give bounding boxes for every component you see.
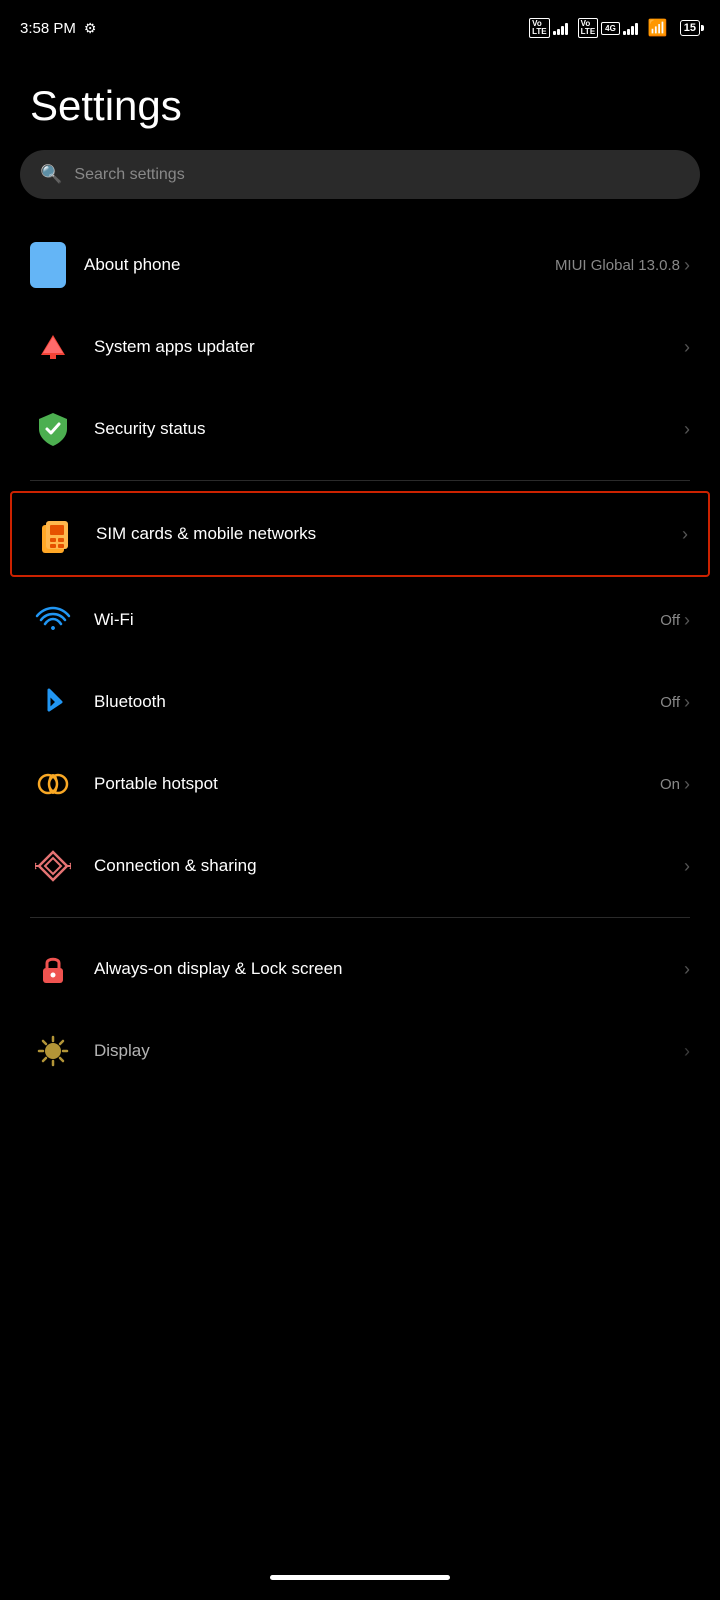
battery-level: 15 — [684, 22, 696, 34]
lock-icon — [30, 946, 76, 992]
sim1-signal: VoLTE — [529, 18, 568, 38]
wifi-icon — [30, 597, 76, 643]
bluetooth-label: Bluetooth — [94, 692, 660, 712]
system-apps-right: › — [684, 337, 690, 358]
hotspot-icon — [30, 761, 76, 807]
status-left: 3:58 PM ⚙ — [20, 20, 96, 37]
volte2-badge: VoLTE — [578, 18, 599, 38]
bluetooth-value: Off — [660, 694, 680, 711]
phone-icon — [30, 242, 66, 288]
bottom-pill — [270, 1575, 450, 1580]
always-on-right: › — [684, 959, 690, 980]
display-label: Display — [94, 1041, 684, 1061]
settings-item-sim-cards[interactable]: SIM cards & mobile networks › — [10, 491, 710, 577]
security-right: › — [684, 419, 690, 440]
item-content-display: Display — [94, 1041, 684, 1061]
connection-right: › — [684, 856, 690, 877]
chevron-icon: › — [682, 524, 688, 545]
search-container[interactable]: 🔍 Search settings — [0, 150, 720, 224]
settings-item-always-on-display[interactable]: Always-on display & Lock screen › — [10, 928, 710, 1010]
settings-item-security-status[interactable]: Security status › — [10, 388, 710, 470]
hotspot-right: On › — [660, 774, 690, 795]
divider-1 — [30, 480, 690, 481]
wifi-right: Off › — [660, 610, 690, 631]
bottom-bar — [0, 1565, 720, 1600]
item-content-connection: Connection & sharing — [94, 856, 684, 876]
settings-list: About phone MIUI Global 13.0.8 › System … — [0, 224, 720, 1092]
search-bar[interactable]: 🔍 Search settings — [20, 150, 700, 199]
bluetooth-icon — [30, 679, 76, 725]
settings-item-bluetooth[interactable]: Bluetooth Off › — [10, 661, 710, 743]
chevron-icon: › — [684, 255, 690, 276]
arrow-up-icon — [30, 324, 76, 370]
settings-item-system-apps[interactable]: System apps updater › — [10, 306, 710, 388]
about-phone-value: MIUI Global 13.0.8 — [555, 257, 680, 274]
chevron-icon: › — [684, 959, 690, 980]
security-status-label: Security status — [94, 419, 684, 439]
about-phone-label: About phone — [84, 255, 555, 275]
item-content-security: Security status — [94, 419, 684, 439]
sim2-signal: VoLTE 4G — [578, 18, 638, 38]
time-display: 3:58 PM — [20, 20, 76, 37]
bluetooth-right: Off › — [660, 692, 690, 713]
chevron-icon: › — [684, 692, 690, 713]
shield-checkmark-icon — [30, 406, 76, 452]
chevron-icon: › — [684, 1041, 690, 1062]
chevron-icon: › — [684, 419, 690, 440]
wifi-value: Off — [660, 612, 680, 629]
status-bar: 3:58 PM ⚙ VoLTE VoLTE 4G 📶 — [0, 0, 720, 52]
connection-label: Connection & sharing — [94, 856, 684, 876]
hotspot-value: On — [660, 776, 680, 793]
item-content-hotspot: Portable hotspot — [94, 774, 660, 794]
signal-bars-1 — [553, 21, 568, 35]
page-title: Settings — [0, 52, 720, 150]
settings-item-hotspot[interactable]: Portable hotspot On › — [10, 743, 710, 825]
item-content-bluetooth: Bluetooth — [94, 692, 660, 712]
4g-badge: 4G — [601, 22, 620, 35]
sim-right: › — [682, 524, 688, 545]
settings-item-connection[interactable]: Connection & sharing › — [10, 825, 710, 907]
wifi-status-icon: 📶 — [648, 18, 668, 38]
item-content-always-on: Always-on display & Lock screen — [94, 959, 684, 979]
chevron-icon: › — [684, 337, 690, 358]
signal-bars-2 — [623, 21, 638, 35]
gear-icon: ⚙ — [84, 20, 97, 37]
battery-indicator: 15 — [680, 20, 700, 36]
about-phone-right: MIUI Global 13.0.8 › — [555, 255, 690, 276]
wifi-label: Wi-Fi — [94, 610, 660, 630]
item-content-wifi: Wi-Fi — [94, 610, 660, 630]
chevron-icon: › — [684, 856, 690, 877]
settings-item-about-phone[interactable]: About phone MIUI Global 13.0.8 › — [10, 224, 710, 306]
search-icon: 🔍 — [40, 164, 62, 185]
divider-2 — [30, 917, 690, 918]
display-icon — [30, 1028, 76, 1074]
volte1-badge: VoLTE — [529, 18, 550, 38]
settings-item-display[interactable]: Display › — [10, 1010, 710, 1092]
item-content-sim: SIM cards & mobile networks — [96, 524, 682, 544]
connection-icon — [30, 843, 76, 889]
system-apps-label: System apps updater — [94, 337, 684, 357]
hotspot-label: Portable hotspot — [94, 774, 660, 794]
settings-item-wifi[interactable]: Wi-Fi Off › — [10, 579, 710, 661]
search-placeholder: Search settings — [74, 166, 184, 184]
chevron-icon: › — [684, 610, 690, 631]
sim-cards-label: SIM cards & mobile networks — [96, 524, 682, 544]
chevron-icon: › — [684, 774, 690, 795]
status-right: VoLTE VoLTE 4G 📶 15 — [529, 18, 700, 38]
always-on-label: Always-on display & Lock screen — [94, 959, 684, 979]
item-content-system-apps: System apps updater — [94, 337, 684, 357]
display-right: › — [684, 1041, 690, 1062]
sim-card-icon — [32, 511, 78, 557]
item-content-about-phone: About phone — [84, 255, 555, 275]
